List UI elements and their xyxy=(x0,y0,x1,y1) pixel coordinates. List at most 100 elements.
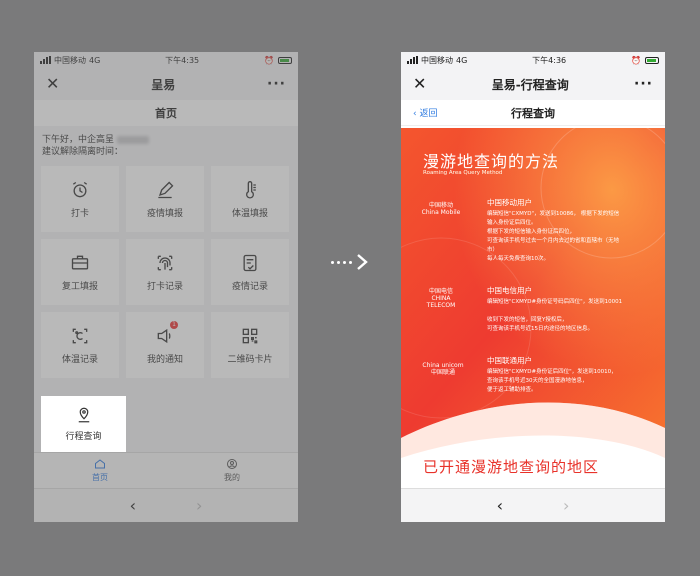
tile-label: 打卡 xyxy=(70,208,89,219)
china-telecom-logo: 中国电信 CHINA TELECOM xyxy=(426,288,456,309)
status-bar: 中国移动 4G 下午4:35 ⏰ xyxy=(34,52,298,68)
china-unicom-logo: China unicom 中国联通 xyxy=(422,362,464,376)
more-options-icon[interactable]: ··· xyxy=(267,76,286,92)
bottom-tab-bar: 首页 我的 xyxy=(34,452,298,488)
tab-mine[interactable]: 我的 xyxy=(166,453,298,488)
quarantine-text: 建议解除隔离时间： xyxy=(42,147,124,157)
tab-mine-label: 我的 xyxy=(224,473,240,482)
tile-label: 体温记录 xyxy=(61,354,98,365)
alarm-clock-icon xyxy=(72,181,88,197)
tile-my-notifications[interactable]: 1 我的通知 xyxy=(126,312,204,378)
instruction-line: 市） xyxy=(487,247,499,253)
right-phone-screen: 中国移动 4G 下午4:36 ⏰ ✕ 呈易-行程查询 ··· ‹ 返回 行程查询 xyxy=(401,52,665,522)
tile-clock-in-records[interactable]: 打卡记录 xyxy=(126,239,204,305)
hero-subtitle: Roaming Area Query Method xyxy=(423,170,503,176)
tile-clock-in[interactable]: 打卡 xyxy=(41,166,119,232)
forward-nav-icon[interactable]: › xyxy=(196,496,202,515)
instruction-line: 编辑短信"CXMYD#身份证号码后四位"，发送到10001 xyxy=(487,299,623,305)
tile-label: 复工填报 xyxy=(61,281,98,292)
status-right-icons: ⏰ xyxy=(631,56,659,65)
alarm-status-icon: ⏰ xyxy=(264,55,274,65)
instruction-line: 根据下发的短信输入身份证后四位， xyxy=(487,229,576,235)
tile-label: 我的通知 xyxy=(146,354,183,365)
greeting-block: 下午好，中企高呈 建议解除隔离时间： xyxy=(34,126,298,162)
instruction-line: 编辑短信"CXMYD"，发送到10086， 根据下发的短信 xyxy=(487,211,620,217)
page-title: 首页 xyxy=(34,100,298,126)
page-header: ‹ 返回 行程查询 xyxy=(401,100,665,126)
tile-label: 疫情记录 xyxy=(231,281,268,292)
carrier-label: 中国移动 xyxy=(54,55,86,65)
greeting-text: 下午好，中企高呈 xyxy=(42,135,115,145)
hero-title: 漫游地查询的方法 xyxy=(423,152,560,171)
status-bar: 中国移动 4G 下午4:36 ⏰ xyxy=(401,52,665,68)
tab-home[interactable]: 首页 xyxy=(34,453,166,488)
close-icon[interactable]: ✕ xyxy=(413,76,426,92)
instruction-line: 可查询该手机号近15日内途径的地区信息。 xyxy=(487,326,593,332)
china-mobile-logo: 中国移动 China Mobile xyxy=(421,202,461,216)
carrier-label: 中国移动 xyxy=(421,55,453,65)
signal-icon xyxy=(407,56,418,64)
tile-label: 行程查询 xyxy=(65,432,102,442)
window-titlebar: ✕ 呈易 ··· xyxy=(34,68,298,100)
blurred-name xyxy=(116,135,149,144)
location-pin-icon xyxy=(78,407,89,423)
close-icon[interactable]: ✕ xyxy=(46,76,59,92)
battery-icon xyxy=(644,56,659,64)
status-time: 下午4:36 xyxy=(532,55,567,65)
china-telecom-section: 中国电信用户 编辑短信"CXMYD#身份证号码后四位"，发送到10001 收到下… xyxy=(487,286,657,334)
temperature-c-icon xyxy=(72,328,88,343)
tile-label: 二维码卡片 xyxy=(227,354,273,365)
tile-temperature-report[interactable]: 体温填报 xyxy=(211,166,289,232)
instruction-line: 输入身份证后四位。 xyxy=(487,220,537,226)
fingerprint-icon xyxy=(157,255,173,270)
forward-nav-icon[interactable]: › xyxy=(563,496,569,515)
instruction-spacer xyxy=(487,307,657,316)
browser-nav-bar: ‹ › xyxy=(401,488,665,522)
window-titlebar: ✕ 呈易-行程查询 ··· xyxy=(401,68,665,100)
chevron-right-icon xyxy=(357,254,368,270)
back-button[interactable]: ‹ 返回 xyxy=(413,106,437,119)
network-label: 4G xyxy=(456,55,468,65)
tile-epidemic-report[interactable]: 疫情填报 xyxy=(126,166,204,232)
back-button-label: 返回 xyxy=(419,109,438,119)
operator-name: 中国移动用户 xyxy=(487,198,532,207)
tile-temperature-records[interactable]: 体温记录 xyxy=(41,312,119,378)
status-time: 下午4:35 xyxy=(165,55,200,65)
battery-icon xyxy=(277,56,292,64)
tile-epidemic-records[interactable]: 疫情记录 xyxy=(211,239,289,305)
roaming-query-poster: 漫游地查询的方法 Roaming Area Query Method 中国移动 … xyxy=(401,128,665,488)
alarm-status-icon: ⏰ xyxy=(631,55,641,65)
page-title: 行程查询 xyxy=(511,106,555,120)
tile-trip-query[interactable]: 行程查询 xyxy=(41,396,126,452)
instruction-line: 编辑短信"CXMYD#身份证后四位"，发送到10010， xyxy=(487,369,617,375)
window-title: 呈易-行程查询 xyxy=(491,77,569,92)
browser-nav-bar: ‹ › xyxy=(34,488,298,522)
network-label: 4G xyxy=(89,55,101,65)
tab-home-label: 首页 xyxy=(92,473,108,482)
briefcase-icon xyxy=(71,255,89,269)
user-icon xyxy=(227,459,237,469)
instruction-line: 便于返工辅助排查。 xyxy=(487,387,537,393)
operator-name: 中国联通用户 xyxy=(487,356,532,365)
thermometer-icon xyxy=(246,180,256,199)
notification-badge: 1 xyxy=(170,321,178,329)
back-nav-icon[interactable]: ‹ xyxy=(130,496,136,515)
document-check-icon xyxy=(243,254,257,271)
home-icon xyxy=(95,459,105,469)
china-mobile-section: 中国移动用户 编辑短信"CXMYD"，发送到10086， 根据下发的短信 输入身… xyxy=(487,198,657,264)
tile-label: 体温填报 xyxy=(231,208,268,219)
window-title: 呈易 xyxy=(151,77,176,92)
transition-arrow xyxy=(331,252,369,272)
tile-qr-code-card[interactable]: 二维码卡片 xyxy=(211,312,289,378)
tile-return-work-report[interactable]: 复工填报 xyxy=(41,239,119,305)
operator-name: 中国电信用户 xyxy=(487,286,532,295)
instruction-line: 查询该手机号近30天的全国漫游地信息， xyxy=(487,378,588,384)
signal-group: 中国移动 4G xyxy=(40,55,100,66)
instruction-line: 每人每天免费查询10次。 xyxy=(487,256,549,262)
enabled-regions-title: 已开通漫游地查询的地区 xyxy=(423,458,600,476)
more-options-icon[interactable]: ··· xyxy=(634,76,653,92)
back-nav-icon[interactable]: ‹ xyxy=(497,496,503,515)
instruction-line: 可查询该手机号过去一个月内去过的省和直辖市（无地 xyxy=(487,238,620,244)
status-right-icons: ⏰ xyxy=(264,56,292,65)
instruction-line: 收到下发的短信，回复Y授权后， xyxy=(487,317,568,323)
